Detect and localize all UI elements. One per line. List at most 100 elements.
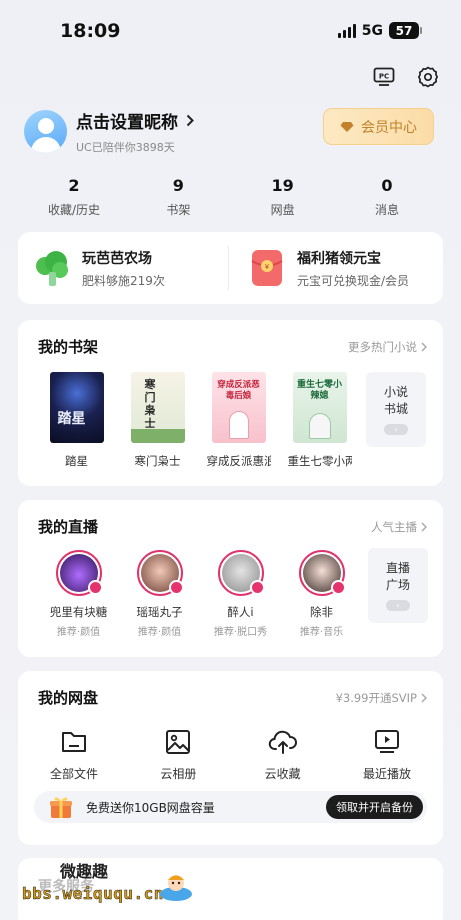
host-avatar bbox=[55, 550, 103, 596]
farm-title: 玩芭芭农场 bbox=[82, 250, 152, 267]
host-name: 瑶瑶丸子 bbox=[136, 605, 183, 619]
live-card: 我的直播 人气主播 兜里有块糖 推荐·颜值 瑶瑶丸子 推荐·颜值 醉人i 推荐·… bbox=[18, 500, 443, 657]
companion-days: UC已陪伴你3898天 bbox=[76, 141, 175, 154]
svip-link[interactable]: ¥3.99开通SVIP bbox=[336, 690, 427, 706]
live-square-tile[interactable]: 直播广场 › bbox=[368, 548, 428, 623]
svg-text:¥: ¥ bbox=[265, 263, 270, 271]
photo-icon bbox=[166, 730, 191, 754]
vip-center-button[interactable]: 会员中心 bbox=[323, 108, 434, 145]
book-name: 穿成反派惠浪 bbox=[206, 454, 271, 468]
stat-label: 书架 bbox=[166, 203, 191, 217]
chevron-right-icon bbox=[421, 692, 427, 703]
book-item[interactable]: 寒门枭士 寒门枭士 bbox=[117, 372, 198, 469]
cloud-favorites-button[interactable]: 云收藏 bbox=[243, 729, 323, 782]
book-name: 踏星 bbox=[65, 454, 88, 468]
stat-value: 0 bbox=[381, 176, 393, 195]
cloud-album-button[interactable]: 云相册 bbox=[138, 729, 218, 782]
book-item[interactable]: 重生七零小辣媳 重生七零小两 bbox=[279, 372, 360, 469]
book-cover: 重生七零小辣媳 bbox=[292, 372, 347, 443]
live-indicator-icon bbox=[87, 580, 103, 595]
tile-line2: 广场 bbox=[385, 578, 410, 592]
nickname-row[interactable]: 点击设置昵称 bbox=[76, 108, 194, 133]
watermark-line1: 微趣趣 bbox=[60, 862, 109, 881]
live-host[interactable]: 醉人i 推荐·脱口秀 bbox=[200, 550, 281, 638]
disk-label: 最近播放 bbox=[362, 767, 411, 781]
diamond-icon bbox=[340, 121, 354, 132]
book-cover: 踏星 bbox=[49, 372, 104, 443]
stat-label: 消息 bbox=[374, 203, 399, 217]
farm-entry[interactable]: 玩芭芭农场肥料够施219次 bbox=[18, 246, 228, 290]
book-item[interactable]: 穿成反派恶毒后娘 穿成反派惠浪 bbox=[198, 372, 279, 469]
vip-label: 会员中心 bbox=[361, 119, 417, 136]
folder-icon bbox=[62, 732, 86, 752]
pig-subtitle: 元宝可兑换现金/会员 bbox=[297, 273, 410, 288]
tile-line1: 直播 bbox=[385, 561, 410, 575]
stat-messages[interactable]: 0 消息 bbox=[337, 176, 437, 218]
gear-icon[interactable] bbox=[415, 64, 441, 90]
pig-title: 福利猪领元宝 bbox=[297, 250, 381, 267]
host-avatar bbox=[217, 550, 265, 596]
status-indicators: 5G 57 bbox=[337, 22, 422, 39]
recent-play-button[interactable]: 最近播放 bbox=[347, 729, 427, 782]
disk-label: 云收藏 bbox=[264, 767, 301, 781]
live-host[interactable]: 瑶瑶丸子 推荐·颜值 bbox=[119, 550, 200, 638]
chevron-right-icon bbox=[421, 341, 427, 352]
arrow-pill-icon: › bbox=[384, 424, 408, 435]
stat-label: 网盘 bbox=[270, 203, 295, 217]
stat-netdisk[interactable]: 19 网盘 bbox=[233, 176, 333, 218]
claim-backup-button[interactable]: 领取并开启备份 bbox=[326, 795, 423, 819]
book-name: 寒门枭士 bbox=[134, 454, 181, 468]
svg-text:PC: PC bbox=[379, 73, 389, 81]
network-type: 5G bbox=[361, 22, 383, 39]
chevron-right-icon bbox=[421, 521, 427, 532]
live-indicator-icon bbox=[168, 580, 184, 595]
stat-value: 19 bbox=[271, 176, 294, 195]
hot-novels-link[interactable]: 更多热门小说 bbox=[348, 339, 427, 355]
live-indicator-icon bbox=[330, 580, 346, 595]
mascot-icon bbox=[158, 868, 194, 908]
more-label: 人气主播 bbox=[371, 519, 417, 534]
novel-store-tile[interactable]: 小说 书城 › bbox=[366, 372, 426, 447]
stat-value: 2 bbox=[68, 176, 80, 195]
book-item[interactable]: 踏星 踏星 bbox=[36, 372, 117, 469]
stat-favorites[interactable]: 2 收藏/历史 bbox=[24, 176, 124, 218]
live-indicator-icon bbox=[249, 580, 265, 595]
gift-icon bbox=[50, 797, 72, 818]
live-host[interactable]: 除非 推荐·音乐 bbox=[281, 550, 362, 638]
profile-header[interactable]: 点击设置昵称 UC已陪伴你3898天 bbox=[24, 108, 194, 155]
pc-icon[interactable]: PC bbox=[371, 64, 397, 90]
popular-hosts-link[interactable]: 人气主播 bbox=[371, 519, 427, 535]
host-name: 醉人i bbox=[227, 605, 254, 619]
stat-value: 9 bbox=[172, 176, 184, 195]
netdisk-card: 我的网盘 ¥3.99开通SVIP 全部文件 云相册 云收藏 最近播放 免费送你1… bbox=[18, 671, 443, 845]
cloud-upload-icon bbox=[268, 730, 297, 754]
status-time: 18:09 bbox=[60, 20, 121, 42]
stat-bookshelf[interactable]: 9 书架 bbox=[128, 176, 228, 218]
farm-subtitle: 肥料够施219次 bbox=[82, 273, 165, 288]
disk-label: 云相册 bbox=[160, 767, 197, 781]
all-files-button[interactable]: 全部文件 bbox=[34, 729, 114, 782]
book-cover: 穿成反派恶毒后娘 bbox=[211, 372, 266, 443]
battery-icon: 57 bbox=[389, 22, 422, 39]
host-tag: 推荐·音乐 bbox=[299, 627, 344, 638]
pig-reward-entry[interactable]: ¥ 福利猪领元宝元宝可兑换现金/会员 bbox=[228, 246, 443, 290]
netdisk-title: 我的网盘 bbox=[38, 689, 99, 707]
arrow-pill-icon: › bbox=[386, 600, 410, 611]
red-envelope-icon: ¥ bbox=[247, 248, 287, 288]
free-storage-banner[interactable]: 免费送你10GB网盘容量 领取并开启备份 bbox=[34, 791, 427, 823]
host-name: 除非 bbox=[310, 605, 333, 619]
more-label: ¥3.99开通SVIP bbox=[335, 690, 417, 705]
bookshelf-card: 我的书架 更多热门小说 踏星 踏星 寒门枭士 寒门枭士 穿成反派恶毒后娘 穿成反… bbox=[18, 320, 443, 486]
stat-label: 收藏/历史 bbox=[47, 203, 101, 217]
tile-line1: 小说 bbox=[383, 385, 408, 399]
book-name: 重生七零小两 bbox=[287, 454, 352, 468]
host-tag: 推荐·颜值 bbox=[56, 627, 101, 638]
host-avatar bbox=[298, 550, 346, 596]
more-label: 更多热门小说 bbox=[348, 339, 417, 354]
nickname: 点击设置昵称 bbox=[76, 113, 178, 133]
chevron-right-icon bbox=[186, 114, 194, 127]
avatar[interactable] bbox=[24, 110, 67, 153]
disk-label: 全部文件 bbox=[49, 767, 98, 781]
live-host[interactable]: 兜里有块糖 推荐·颜值 bbox=[38, 550, 119, 638]
play-screen-icon bbox=[374, 730, 399, 753]
